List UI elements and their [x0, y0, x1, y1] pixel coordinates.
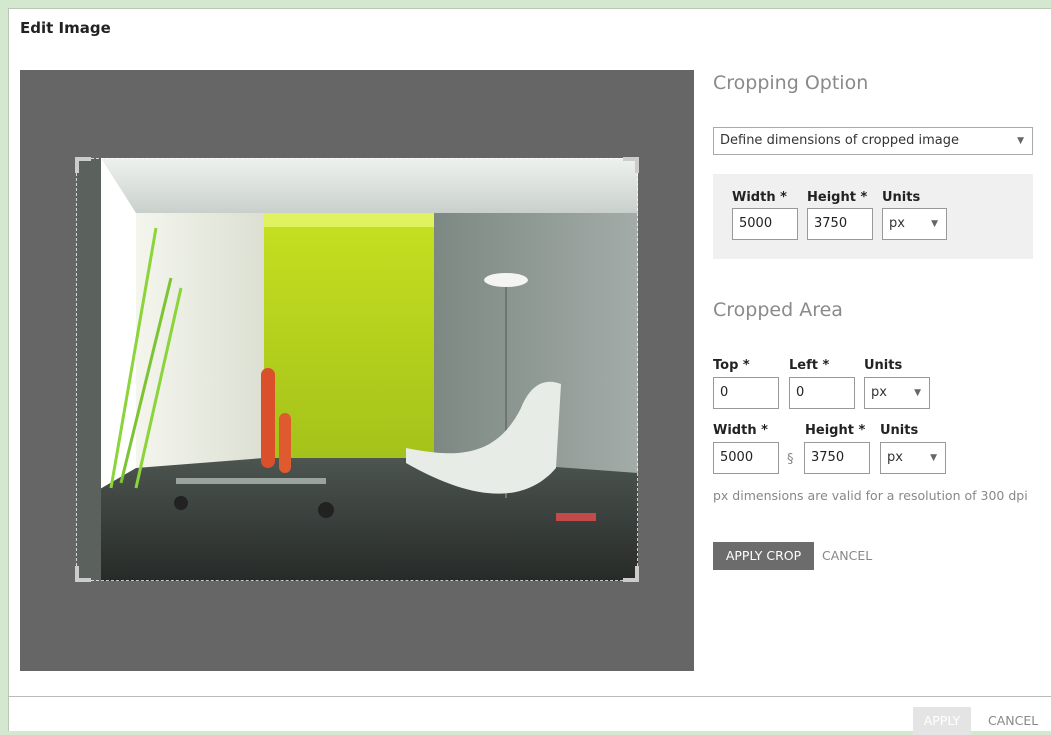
dialog-title: Edit Image — [20, 19, 111, 37]
crop-selection-frame[interactable] — [75, 157, 639, 582]
apply-crop-button[interactable]: APPLY CROP — [713, 542, 814, 570]
crop-settings-panel: Cropping Option Define dimensions of cro… — [712, 9, 1042, 699]
units-label: Units — [882, 190, 921, 205]
crop-units-value: px — [889, 216, 905, 231]
resolution-note: px dimensions are valid for a resolution… — [713, 488, 1028, 503]
crop-handle-bottom-right[interactable] — [623, 566, 639, 582]
top-label: Top * — [713, 358, 750, 373]
area-units-label: Units — [880, 423, 919, 438]
crop-height-input[interactable]: 3750 — [807, 208, 873, 240]
chevron-down-icon: ▼ — [914, 388, 921, 398]
chevron-down-icon: ▼ — [930, 453, 937, 463]
area-height-label: Height * — [805, 423, 866, 438]
position-units-value: px — [871, 385, 887, 400]
units-label: Units — [864, 358, 903, 373]
dimensions-box: Width * Height * Units 5000 3750 px ▼ — [713, 174, 1033, 259]
area-units-value: px — [887, 450, 903, 465]
link-aspect-ratio-icon[interactable]: § — [787, 452, 794, 467]
crop-handle-top-left[interactable] — [75, 157, 91, 173]
chevron-down-icon: ▼ — [931, 219, 938, 229]
width-label: Width * — [732, 190, 787, 205]
crop-handle-bottom-left[interactable] — [75, 566, 91, 582]
area-width-input[interactable]: 5000 — [713, 442, 779, 474]
crop-mode-select[interactable]: Define dimensions of cropped image ▼ — [713, 127, 1033, 155]
chevron-down-icon: ▼ — [1017, 136, 1024, 146]
area-width-label: Width * — [713, 423, 768, 438]
area-height-input[interactable]: 3750 — [804, 442, 870, 474]
cancel-crop-button[interactable]: CANCEL — [822, 542, 872, 570]
cropping-option-title: Cropping Option — [713, 72, 869, 94]
position-units-select[interactable]: px ▼ — [864, 377, 930, 409]
crop-units-select[interactable]: px ▼ — [882, 208, 947, 240]
left-label: Left * — [789, 358, 830, 373]
cropped-area-title: Cropped Area — [713, 299, 843, 321]
top-input[interactable]: 0 — [713, 377, 779, 409]
height-label: Height * — [807, 190, 868, 205]
image-stage — [20, 70, 694, 671]
crop-mode-select-value: Define dimensions of cropped image — [720, 133, 960, 148]
crop-width-input[interactable]: 5000 — [732, 208, 798, 240]
left-input[interactable]: 0 — [789, 377, 855, 409]
area-units-select[interactable]: px ▼ — [880, 442, 946, 474]
footer-divider — [9, 696, 1051, 697]
crop-handle-top-right[interactable] — [623, 157, 639, 173]
edit-image-dialog: Edit Image Cropping Option Define dimens… — [8, 8, 1051, 735]
